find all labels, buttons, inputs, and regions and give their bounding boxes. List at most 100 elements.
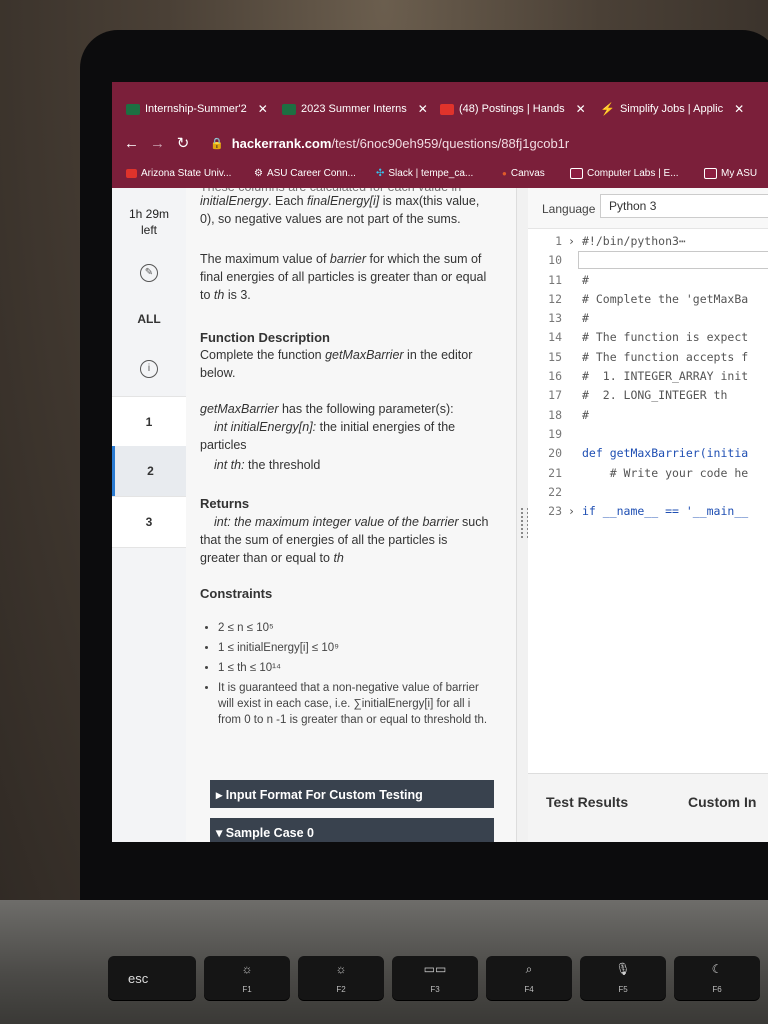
rail-question-3[interactable]: 3 [112, 496, 186, 548]
bookmarks-bar: Arizona State Univ... ⚙ ASU Career Conn.… [112, 160, 768, 188]
laptop-keyboard: esc ☼ F1 ☼ F2 ▭▭ F3 ⌕ F4 🎙 F5 ☾ F6 [0, 900, 768, 1024]
url-host: hackerrank.com [231, 135, 332, 151]
param-1: int initialEnergy[n]: the initial energi… [200, 418, 490, 454]
tab-label: Simplify Jobs | Applic [619, 103, 724, 115]
forward-arrow-icon[interactable]: → [150, 135, 165, 152]
url-path: /test/6noc90eh959/questions/88fj1gcob1r [331, 135, 570, 151]
close-icon[interactable]: ✕ [418, 102, 428, 116]
rail-question-1[interactable]: 1 [112, 396, 186, 448]
code-line[interactable]: 19 [528, 425, 768, 444]
key-label: F6 [712, 985, 722, 994]
line-number: 13 [548, 311, 562, 326]
returns-text: int: the maximum integer value of the ba… [200, 513, 490, 567]
custom-input-tab[interactable]: Custom In [688, 794, 756, 810]
browser-tab-4[interactable]: ⚡ Simplify Jobs | Applic ✕ [600, 98, 744, 120]
intro-var: finalEnergy[i] [307, 194, 380, 208]
fold-arrow-icon[interactable]: › [568, 232, 575, 251]
key-label: F2 [336, 985, 346, 994]
code-text: # Complete the 'getMaxBa [582, 291, 749, 306]
browser-tab-1[interactable]: Internship-Summer'2 ✕ [126, 98, 268, 120]
code-line[interactable]: 21 # Write your code he [528, 464, 768, 483]
language-select[interactable]: Python 3 [600, 194, 768, 218]
intro-span: 0), so negative values are not part of t… [200, 212, 461, 226]
code-line[interactable]: 13 # [528, 309, 768, 328]
bookmark-my-asu[interactable]: My ASU [704, 168, 757, 179]
param-name: int th: [214, 458, 245, 472]
line-number: 22 [548, 484, 562, 499]
bookmark-slack[interactable]: ✣ Slack | tempe_ca... [376, 168, 473, 179]
key-f6[interactable]: ☾ F6 [674, 956, 760, 1000]
test-results-tab[interactable]: Test Results [546, 794, 628, 810]
key-f5[interactable]: 🎙 F5 [580, 956, 666, 1000]
code-line[interactable]: 1 › #!/bin/python3⋯ [528, 232, 768, 251]
bookmark-canvas[interactable]: ● Canvas [502, 168, 545, 179]
bookmark-asu[interactable]: Arizona State Univ... [126, 168, 231, 179]
intro-text: initialEnergy. Each finalEnergy[i] is ma… [200, 192, 490, 228]
function-description-text: Complete the function getMaxBarrier in t… [200, 346, 490, 382]
key-f3[interactable]: ▭▭ F3 [392, 956, 478, 1000]
constraint-item: 1 ≤ th ≤ 10¹⁴ [218, 660, 492, 676]
code-line[interactable]: 17 # 2. LONG_INTEGER th [528, 386, 768, 405]
code-line[interactable]: 23 › if __name__ == '__main__ [528, 502, 768, 521]
text-var: getMaxBarrier [200, 402, 279, 416]
tab-label: 2023 Summer Interns [301, 103, 407, 115]
fold-arrow-icon[interactable]: › [568, 502, 575, 521]
gear-icon: ⚙ [254, 168, 263, 179]
editor-bottom-bar: Test Results Custom In [528, 773, 768, 842]
close-icon[interactable]: ✕ [576, 102, 586, 116]
address-bar[interactable]: 🔒 hackerrank.com/test/6noc90eh959/questi… [210, 136, 569, 151]
key-esc[interactable]: esc [108, 956, 196, 1000]
code-text: #!/bin/python3⋯ [582, 234, 686, 248]
sample-case-accordion[interactable]: ▾ Sample Case 0 [210, 818, 494, 842]
code-area[interactable]: 1 › #!/bin/python3⋯ 10 11 #12 # Complete the '… [528, 232, 768, 521]
back-arrow-icon[interactable]: ← [124, 135, 139, 152]
text-var: barrier [422, 515, 459, 529]
code-text: # 1. INTEGER_ARRAY init [582, 369, 749, 384]
constraint-item: 1 ≤ initialEnergy[i] ≤ 10⁹ [218, 640, 492, 656]
text-var: th [333, 551, 344, 565]
bookmark-label: Slack | tempe_ca... [388, 168, 474, 179]
code-line[interactable]: 12 # Complete the 'getMaxBa [528, 290, 768, 309]
rail-all[interactable]: ALL [112, 312, 186, 326]
param-desc: the threshold [244, 458, 321, 472]
max-value-text: The maximum value of barrier for which t… [200, 250, 490, 304]
text-var: th [213, 288, 225, 302]
code-line[interactable]: 14 # The function is expect [528, 328, 768, 347]
bookmark-career[interactable]: ⚙ ASU Career Conn... [254, 168, 356, 179]
bookmark-label: My ASU [721, 168, 758, 179]
close-icon[interactable]: ✕ [734, 102, 744, 116]
browser-tab-2[interactable]: 2023 Summer Interns ✕ [282, 98, 428, 120]
key-f1[interactable]: ☼ F1 [204, 956, 290, 1000]
code-line[interactable]: 11 # [528, 271, 768, 290]
code-line[interactable]: 10 [528, 251, 768, 270]
function-description-heading: Function Description [200, 330, 330, 345]
key-f4[interactable]: ⌕ F4 [486, 956, 572, 1000]
code-line[interactable]: 18 # [528, 406, 768, 425]
key-f2[interactable]: ☼ F2 [298, 956, 384, 1000]
browser-tab-3[interactable]: (48) Postings | Hands ✕ [440, 98, 586, 120]
intro-span: is max(this value, [379, 194, 480, 208]
rail-info[interactable]: i [112, 360, 186, 378]
bookmark-label: Canvas [510, 168, 545, 179]
problem-statement: These columns are calculated for each va… [186, 188, 516, 842]
code-text: # [582, 311, 589, 326]
code-line[interactable]: 15 # The function accepts f [528, 348, 768, 367]
rail-feedback[interactable]: ✎ [112, 264, 186, 282]
bookmark-computer-labs[interactable]: Computer Labs | E... [570, 168, 679, 179]
function-key-row: esc ☼ F1 ☼ F2 ▭▭ F3 ⌕ F4 🎙 F5 ☾ F6 [108, 956, 760, 1000]
line-number: 19 [548, 426, 562, 441]
text-span: is 3. [224, 288, 251, 302]
key-label: F1 [242, 985, 252, 994]
code-line[interactable]: 20 def getMaxBarrier(initia [528, 444, 768, 463]
rail-question-2[interactable]: 2 [112, 446, 186, 496]
text-span: Complete the function [200, 348, 326, 362]
hackerrank-page: 1h 29m left ✎ ALL i 1 2 3 These columns … [112, 188, 768, 842]
info-icon: i [140, 360, 158, 378]
input-format-accordion[interactable]: ▸ Input Format For Custom Testing [210, 780, 494, 808]
line-number: 15 [548, 349, 562, 364]
code-line[interactable]: 22 [528, 483, 768, 502]
close-icon[interactable]: ✕ [258, 102, 268, 116]
reload-icon[interactable]: ↻ [176, 134, 190, 152]
code-line[interactable]: 16 # 1. INTEGER_ARRAY init [528, 367, 768, 386]
line-number: 16 [548, 369, 562, 384]
